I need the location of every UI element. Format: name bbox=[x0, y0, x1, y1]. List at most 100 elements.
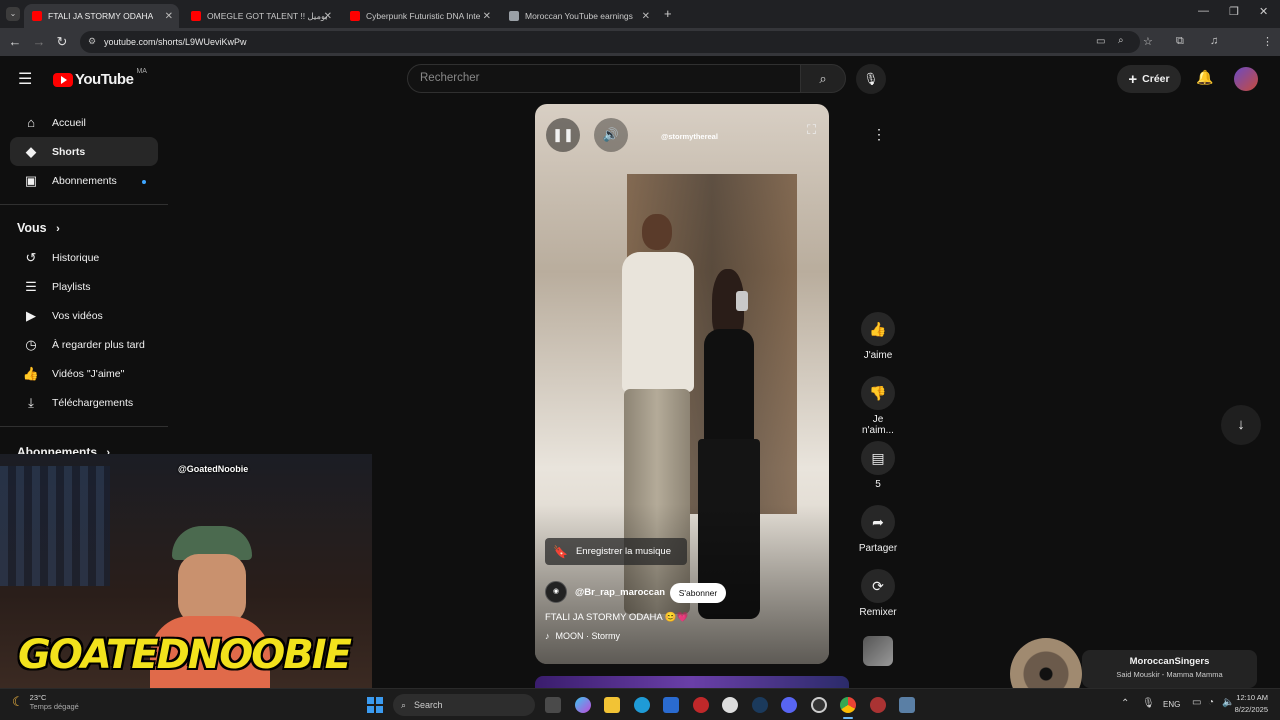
tray-mic-icon[interactable]: 🎙 bbox=[1142, 698, 1155, 709]
store-icon[interactable] bbox=[663, 697, 679, 713]
you-section-heading[interactable]: Vous › bbox=[17, 221, 60, 235]
extensions-icon[interactable]: ⧉ bbox=[1176, 35, 1184, 48]
active-app-indicator bbox=[843, 717, 853, 719]
search-box[interactable]: Rechercher bbox=[407, 64, 801, 93]
window-close-button[interactable]: ✕ bbox=[1259, 5, 1268, 18]
tab-favicon-icon bbox=[32, 11, 42, 21]
clock[interactable]: 12:10 AM 8/22/2025 bbox=[1228, 693, 1268, 714]
streamer-webcam-overlay: @GoatedNoobie GOATEDNOOBIE bbox=[0, 454, 372, 688]
notifications-bell-icon[interactable]: 🔔 bbox=[1196, 69, 1213, 86]
tab-close-icon[interactable]: ✕ bbox=[165, 11, 173, 22]
browser-tab[interactable]: FTALI JA STORMY ODAHA ✕ bbox=[24, 4, 179, 28]
address-bar[interactable]: ⚙ youtube.com/shorts/L9WUeviKwPw ▭ ⌕ bbox=[80, 31, 1140, 53]
obs-icon[interactable] bbox=[811, 697, 827, 713]
sidebar-item-your-videos[interactable]: ▶ Vos vidéos bbox=[10, 301, 158, 330]
calculator-icon[interactable] bbox=[899, 697, 915, 713]
channel-name[interactable]: @Br_rap_maroccan bbox=[575, 587, 665, 598]
tab-search-button[interactable]: ⌄ bbox=[6, 7, 20, 21]
subscribe-button[interactable]: S'abonner bbox=[670, 583, 726, 603]
next-video-button[interactable]: ↓ bbox=[1221, 405, 1261, 445]
copilot-icon[interactable] bbox=[575, 697, 591, 713]
save-music-button[interactable]: 🔖 Enregistrer la musique bbox=[545, 538, 687, 565]
now-playing-track: Said Mouskir - Mamma Mamma bbox=[1116, 670, 1223, 679]
steam-icon[interactable] bbox=[752, 697, 768, 713]
fullscreen-button[interactable]: ⛶ bbox=[807, 122, 816, 138]
tray-overflow-icon[interactable]: ⌃ bbox=[1121, 698, 1129, 709]
search-input[interactable]: Rechercher bbox=[420, 72, 479, 84]
bookmark-icon: 🔖 bbox=[553, 544, 568, 559]
reload-button[interactable]: ↻ bbox=[54, 34, 70, 50]
app-game-icon[interactable] bbox=[870, 697, 886, 713]
task-view-icon[interactable] bbox=[545, 697, 561, 713]
tab-favicon-icon bbox=[350, 11, 360, 21]
sidebar-item-home[interactable]: ⌂ Accueil bbox=[10, 108, 158, 137]
sidebar-item-label: Abonnements bbox=[52, 174, 117, 187]
language-indicator[interactable]: ENG bbox=[1163, 700, 1180, 709]
action-label: Je n'aim... bbox=[862, 414, 894, 436]
more-options-icon[interactable]: ⋮ bbox=[872, 126, 886, 143]
create-button[interactable]: + Créer bbox=[1117, 65, 1181, 93]
sidebar-item-shorts[interactable]: ◆ Shorts bbox=[10, 137, 158, 166]
tab-favicon-icon bbox=[191, 11, 201, 21]
browser-tab[interactable]: OMEGLE GOT TALENT !! يوميل ✕ bbox=[183, 4, 338, 28]
app-red-icon[interactable] bbox=[693, 697, 709, 713]
comments-button[interactable]: ▤ 5 bbox=[856, 441, 900, 490]
dislike-button[interactable]: 👎 Je n'aim... bbox=[856, 376, 900, 436]
sidebar-item-history[interactable]: ↺ Historique bbox=[10, 243, 158, 272]
weather-desc: Temps dégagé bbox=[29, 702, 79, 711]
music-info[interactable]: ♪ MOON · Stormy bbox=[545, 631, 620, 641]
chrome-icon[interactable] bbox=[840, 697, 856, 713]
taskbar-search[interactable]: ⌕ Search bbox=[393, 694, 535, 716]
forward-button[interactable]: → bbox=[31, 34, 47, 49]
search-button[interactable]: ⌕ bbox=[800, 64, 846, 93]
sidebar-item-watch-later[interactable]: ◷ À regarder plus tard bbox=[10, 330, 158, 359]
sidebar-item-subscriptions[interactable]: ▣ Abonnements bbox=[10, 166, 158, 195]
shorts-icon: ◆ bbox=[26, 143, 36, 159]
sound-thumbnail[interactable] bbox=[863, 636, 893, 666]
minimize-button[interactable]: — bbox=[1198, 5, 1209, 17]
weather-widget[interactable]: ☾ 23°C Temps dégagé bbox=[12, 693, 79, 711]
pause-button[interactable]: ❚❚ bbox=[546, 118, 580, 152]
like-icon: 👍 bbox=[861, 312, 895, 346]
volume-button[interactable]: 🔊 bbox=[594, 118, 628, 152]
start-button[interactable] bbox=[367, 697, 383, 713]
back-button[interactable]: ← bbox=[7, 34, 23, 49]
cast-icon[interactable]: ▭ bbox=[1096, 36, 1105, 47]
hamburger-menu-icon[interactable]: ☰ bbox=[18, 69, 32, 89]
wifi-icon[interactable]: ◔ bbox=[1208, 697, 1214, 708]
next-short-preview[interactable] bbox=[535, 676, 849, 688]
remix-button[interactable]: ⟳ Remixer bbox=[856, 569, 900, 618]
tab-close-icon[interactable]: ✕ bbox=[642, 11, 650, 22]
sidebar-item-liked-videos[interactable]: 👍 Vidéos "J'aime" bbox=[10, 359, 158, 388]
youtube-logo[interactable]: YouTube MA bbox=[53, 68, 147, 88]
chevron-right-icon: › bbox=[56, 223, 60, 235]
browser-tab[interactable]: Cyberpunk Futuristic DNA Inte ✕ bbox=[342, 4, 497, 28]
file-explorer-icon[interactable] bbox=[604, 697, 620, 713]
network-icon[interactable]: ▭ bbox=[1192, 697, 1201, 708]
channel-avatar[interactable]: ◉ bbox=[545, 581, 567, 603]
maximize-button[interactable]: ❐ bbox=[1229, 5, 1239, 18]
app-dark-icon[interactable] bbox=[722, 697, 738, 713]
site-info-icon[interactable]: ⚙ bbox=[88, 36, 96, 47]
new-tab-button[interactable]: + bbox=[664, 6, 672, 21]
sidebar-item-downloads[interactable]: ⤓ Téléchargements bbox=[10, 388, 158, 417]
like-button[interactable]: 👍 J'aime bbox=[856, 312, 900, 361]
sidebar-item-label: Playlists bbox=[52, 280, 91, 293]
browser-menu-icon[interactable]: ⋮ bbox=[1262, 35, 1273, 48]
your-videos-icon: ▶ bbox=[26, 307, 36, 323]
edge-icon[interactable] bbox=[634, 697, 650, 713]
sidebar-item-playlists[interactable]: ☰ Playlists bbox=[10, 272, 158, 301]
bookmark-star-icon[interactable]: ☆ bbox=[1143, 35, 1153, 48]
discord-icon[interactable] bbox=[781, 697, 797, 713]
share-button[interactable]: ➦ Partager bbox=[856, 505, 900, 554]
tab-close-icon[interactable]: ✕ bbox=[324, 11, 332, 22]
tab-close-icon[interactable]: ✕ bbox=[483, 11, 491, 22]
browser-tab[interactable]: Moroccan YouTube earnings ✕ bbox=[501, 4, 656, 28]
media-control-icon[interactable]: ♫ bbox=[1210, 35, 1218, 47]
plus-icon: + bbox=[1128, 70, 1138, 88]
volume-icon: 🔊 bbox=[602, 127, 620, 142]
voice-search-button[interactable]: 🎙 bbox=[856, 64, 886, 94]
shorts-player[interactable]: ❚❚ 🔊 @stormythereal ⛶ 🔖 Enregistrer la m… bbox=[535, 104, 829, 664]
account-avatar[interactable] bbox=[1234, 67, 1258, 91]
zoom-icon[interactable]: ⌕ bbox=[1118, 35, 1124, 46]
